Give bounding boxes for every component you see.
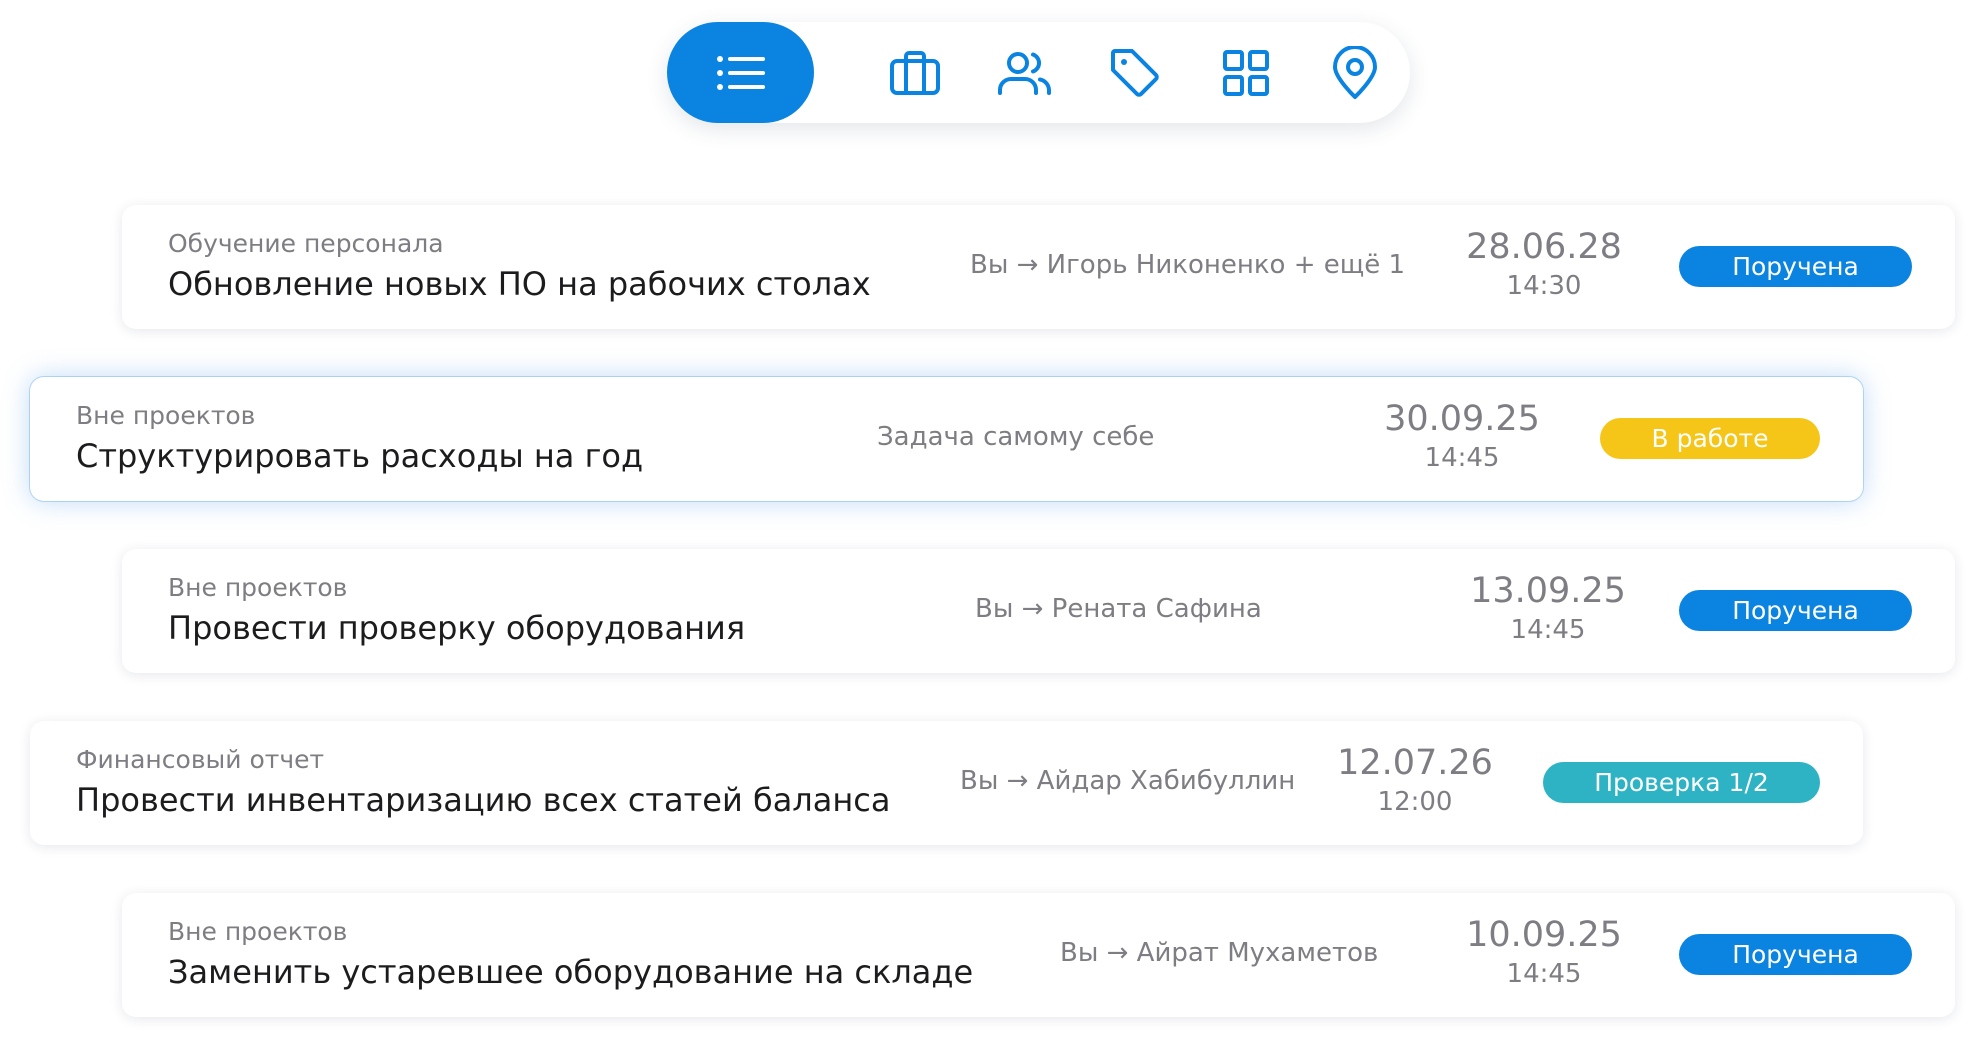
status-badge[interactable]: Поручена <box>1679 590 1912 631</box>
nav-briefcase-button[interactable] <box>865 22 965 123</box>
users-icon <box>996 49 1054 97</box>
task-title: Провести проверку оборудования <box>168 609 746 647</box>
task-card[interactable]: Вне проектов Заменить устаревшее оборудо… <box>122 893 1955 1017</box>
status-badge[interactable]: Поручена <box>1679 246 1912 287</box>
task-time: 14:45 <box>1506 959 1582 989</box>
task-title: Провести инвентаризацию всех статей бала… <box>76 781 891 819</box>
task-time: 14:45 <box>1424 443 1500 473</box>
task-card[interactable]: Финансовый отчет Провести инвентаризацию… <box>30 721 1863 845</box>
task-assignment: Вы → Игорь Никоненко + ещё 1 <box>970 250 1406 280</box>
grid-icon <box>1222 49 1270 97</box>
task-date: 13.09.25 <box>1470 571 1626 611</box>
nav-grid-button[interactable] <box>1196 22 1296 123</box>
task-time: 14:30 <box>1506 271 1582 301</box>
task-project: Вне проектов <box>168 573 348 602</box>
nav-list-button[interactable] <box>667 22 814 123</box>
nav-tag-button[interactable] <box>1085 22 1185 123</box>
view-switcher <box>667 22 1410 123</box>
list-icon <box>715 53 767 93</box>
task-date: 30.09.25 <box>1384 399 1540 439</box>
status-badge[interactable]: Проверка 1/2 <box>1543 762 1820 803</box>
task-assignment: Вы → Айрат Мухаметов <box>1060 938 1379 968</box>
status-badge[interactable]: В работе <box>1600 418 1820 459</box>
task-card[interactable]: Вне проектов Провести проверку оборудова… <box>122 549 1955 673</box>
task-title: Заменить устаревшее оборудование на скла… <box>168 953 974 991</box>
task-time: 14:45 <box>1510 615 1586 645</box>
task-assignment: Вы → Рената Сафина <box>975 594 1262 624</box>
task-project: Обучение персонала <box>168 229 444 258</box>
nav-location-button[interactable] <box>1305 22 1405 123</box>
task-assignment: Задача самому себе <box>877 422 1155 452</box>
status-badge[interactable]: Поручена <box>1679 934 1912 975</box>
task-date: 28.06.28 <box>1466 227 1622 267</box>
location-pin-icon <box>1331 45 1379 100</box>
task-card[interactable]: Обучение персонала Обновление новых ПО н… <box>122 205 1955 329</box>
task-project: Вне проектов <box>76 401 256 430</box>
task-assignment: Вы → Айдар Хабибуллин <box>960 766 1296 796</box>
task-card[interactable]: Вне проектов Структурировать расходы на … <box>30 377 1863 501</box>
task-project: Финансовый отчет <box>76 745 325 774</box>
task-time: 12:00 <box>1377 787 1453 817</box>
briefcase-icon <box>889 49 941 97</box>
task-title: Обновление новых ПО на рабочих столах <box>168 265 871 303</box>
task-list-screen: Обучение персонала Обновление новых ПО н… <box>0 0 1978 1039</box>
nav-users-button[interactable] <box>975 22 1075 123</box>
tag-icon <box>1109 47 1161 99</box>
task-date: 10.09.25 <box>1466 915 1622 955</box>
task-date: 12.07.26 <box>1337 743 1493 783</box>
task-title: Структурировать расходы на год <box>76 437 644 475</box>
task-project: Вне проектов <box>168 917 348 946</box>
